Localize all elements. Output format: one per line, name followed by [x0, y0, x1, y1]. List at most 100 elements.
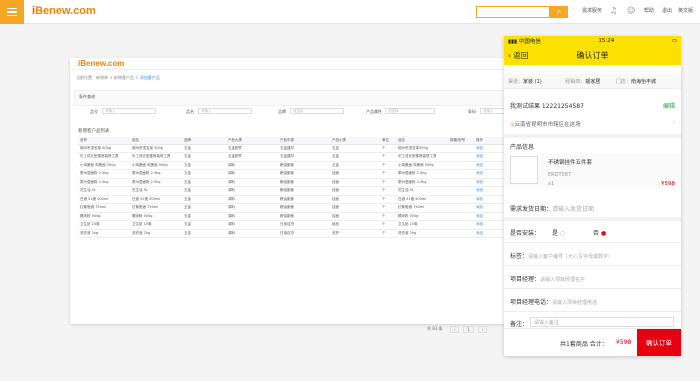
table-cell: 日用百货 — [278, 229, 330, 238]
table-row: 小鸡蛋面 鸡蛋面 500g 小鸡蛋面 鸡蛋面 500g 五金 调料 粮油副食 五金个小鸡蛋… — [78, 161, 514, 170]
edit-link[interactable]: 编辑 — [663, 101, 675, 110]
table-cell — [448, 152, 474, 162]
table-cell: 个 — [380, 186, 396, 196]
table-cell: 五金配件 — [226, 144, 278, 153]
customer-info: 我测试结果 12221254587 — [510, 103, 584, 110]
address-text: 云南省昆明市市辖区在这场 — [514, 122, 581, 128]
table-cell: 小鸡蛋面 鸡蛋面 500g — [78, 161, 130, 170]
table-cell — [448, 169, 474, 179]
ship-date-input[interactable]: 请输入发货日期 — [552, 206, 594, 213]
table-row: 泰州湿面粉 2.5kg 泰州湿面粉 2.5kg 五金 调料 粮油副食 挂面个泰州湿面粉 2… — [78, 169, 514, 179]
table-row: 卫生纸 10卷 卫生纸 10卷 五金 调料 日用百货 纸品个卫生纸 10卷 添加 — [78, 220, 514, 230]
menu-icon[interactable] — [0, 0, 24, 24]
table-cell: 调料 — [226, 186, 278, 196]
table-cell: 挂面 — [330, 195, 380, 204]
table-cell — [448, 144, 474, 153]
table-cell: 个 — [380, 152, 396, 162]
table-cell: 五金 — [182, 220, 226, 230]
ship-date-row[interactable]: 需求发货日期：请输入发货日期 — [504, 204, 681, 213]
column-header: 产品小类 — [330, 137, 380, 145]
user-icon[interactable]: ☺ — [627, 7, 635, 15]
status-bar: ▮▮▮ 中国电信 15:24 ▭ — [504, 36, 681, 45]
page-prev[interactable]: ‹ — [449, 326, 460, 333]
filter-select-attr[interactable]: 请选择 — [385, 108, 435, 114]
table-cell: 调料 — [226, 195, 278, 204]
column-header: 规格/型号 — [448, 137, 474, 145]
pm-phone-row[interactable]: 项目经理电话：请输入项目经理电话 — [504, 297, 681, 306]
radio-no[interactable]: ● — [601, 230, 606, 237]
table-cell: 泰州湿面粉 2.5kg — [78, 178, 130, 187]
table-cell: 五金 — [330, 144, 380, 153]
link-logout[interactable]: 退出 — [662, 7, 672, 14]
table-cell: 白酒 52度 500ml — [130, 195, 182, 204]
filter-input-code[interactable]: 请输入 — [102, 108, 156, 114]
table-cell: 五金 — [182, 186, 226, 196]
filter-label-attr: 产品属性 — [366, 109, 382, 114]
pm-input[interactable]: 请输入项目经理名字 — [540, 277, 585, 283]
table-cell: 泰州湿面粉 2.5kg — [130, 178, 182, 187]
table-cell: 五金 — [182, 195, 226, 204]
column-header: 品名 — [396, 137, 448, 145]
table-cell: 粮油副食 — [278, 212, 330, 221]
channel-row: 渠道：家装 (1) 经销商：靓家居 门店：南海怡丰城 — [504, 74, 681, 88]
table-cell: 卫生纸 10卷 — [78, 220, 130, 230]
table-cell: 个 — [380, 169, 396, 179]
order-bar: 共1套商品 合计： ¥598 确认订单 — [504, 328, 681, 356]
search-button[interactable]: ⌕ — [550, 6, 568, 18]
table-cell: 调料 — [226, 229, 278, 238]
pm-row[interactable]: 项目经理：请输入项目经理名字 — [504, 274, 681, 283]
tag-input[interactable]: 请输入客户编号（大心写字母或数字） — [528, 254, 613, 260]
address-row[interactable]: ⊙云南省昆明市市辖区在这场 › — [504, 120, 681, 128]
filter-input-name[interactable]: 请输入 — [198, 108, 252, 114]
radio-yes[interactable]: ○ — [560, 230, 565, 237]
table-cell: 洗衣液 2kg — [78, 229, 130, 238]
column-header: 品名 — [130, 137, 182, 145]
table-cell: 乐工成长型楼房装修工具 — [78, 152, 130, 162]
filter-select-brand[interactable]: 请选择 — [290, 108, 344, 114]
battery-icon: ▭ — [671, 37, 677, 44]
table-row: 红葡萄酒 750ml 红葡萄酒 750ml 五金 调料 粮油副食 挂面个红葡萄酒 750m… — [78, 203, 514, 213]
tag-row[interactable]: 标签：请输入客户编号（大心写字母或数字） — [504, 251, 681, 260]
table-cell: 洗护 — [330, 229, 380, 238]
product-qty: x1 — [548, 181, 555, 187]
table-cell: 五金 — [182, 212, 226, 221]
table-cell: 锦州吊顶支架 500g — [78, 144, 130, 153]
site-logo[interactable]: iBenew.com — [32, 5, 96, 17]
remark-input[interactable]: 请输入备注 — [530, 317, 674, 327]
carrier-label: ▮▮▮ 中国电信 — [508, 38, 541, 45]
confirm-order-button[interactable]: 确认订单 — [637, 329, 681, 356]
table-cell: 个 — [380, 212, 396, 221]
page-current[interactable]: 1 — [463, 326, 474, 333]
pm-phone-input[interactable]: 请输入项目经理电话 — [552, 300, 597, 306]
table-cell: 白酒 52度 500ml — [396, 195, 448, 204]
table-cell: 调料 — [226, 203, 278, 213]
filter-label-brand: 品牌 — [278, 109, 286, 114]
bell-icon[interactable]: ♫ — [610, 7, 617, 15]
filter-title: 条件查询 — [79, 94, 95, 99]
table-cell — [448, 220, 474, 230]
table-cell: 花生油 5L — [396, 186, 448, 196]
table-cell: 粮油副食 — [278, 178, 330, 187]
table-cell: 日用百货 — [278, 220, 330, 230]
pagination-total: 共 83 条 — [427, 326, 443, 331]
phone-screen: ▮▮▮ 中国电信 15:24 ▭ ‹ 返回 确认订单 渠道：家装 (1) 经销商… — [504, 36, 681, 356]
table-cell: 锦州吊顶支架500g — [396, 144, 448, 153]
table-cell: 粮油副食 — [278, 186, 330, 196]
table-cell: 糯米粉 500g — [130, 212, 182, 221]
filter-label-name: 品名 — [186, 109, 194, 114]
table-cell: 调料 — [226, 169, 278, 179]
table-header-row: 品号 品名 品牌 产品大类 产品中类 产品小类 单位 品名 规格/型号 操作 — [78, 137, 514, 145]
column-header: 单位 — [380, 137, 396, 145]
table-cell: 五金 — [330, 161, 380, 170]
panel-logo: iBenew.com — [78, 59, 125, 68]
table-cell: 洗衣液 2kg — [396, 229, 448, 238]
page-next[interactable]: › — [477, 326, 488, 333]
link-demand-service[interactable]: 需求服务 — [582, 7, 602, 14]
link-english[interactable]: 英文版 — [678, 7, 693, 14]
product-image — [510, 156, 538, 184]
customer-row[interactable]: 我测试结果 12221254587 编辑 — [504, 101, 681, 110]
link-help[interactable]: 帮助 — [644, 7, 654, 14]
product-item[interactable]: 不锈钢挂件五件套 ERDT087 x1 ¥598 — [504, 154, 681, 188]
table-cell — [448, 203, 474, 213]
search-input[interactable] — [476, 6, 550, 18]
